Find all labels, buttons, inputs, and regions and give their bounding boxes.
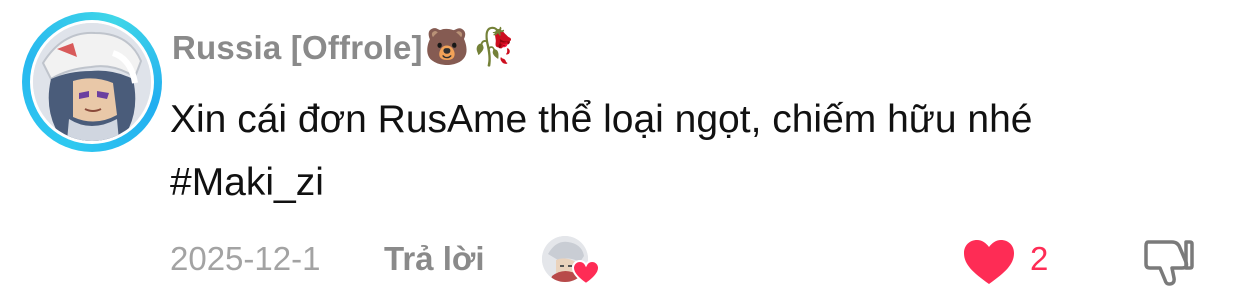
comment-meta-row: 2025-12-1 Trả lời 2	[170, 232, 1230, 286]
comment-item: Russia [Offrole] 🐻 🥀 Xin cái đơn RusAme …	[0, 0, 1242, 287]
username[interactable]: Russia [Offrole]	[172, 29, 423, 67]
like-count: 2	[1030, 240, 1049, 277]
heart-icon[interactable]	[962, 238, 1016, 286]
avatar-border	[30, 20, 154, 144]
heart-badge-icon	[572, 260, 600, 286]
thumbs-down-icon[interactable]	[1142, 236, 1196, 288]
wilted-rose-emoji: 🥀	[471, 27, 517, 68]
reply-button[interactable]: Trả lời	[384, 240, 485, 278]
comment-date: 2025-12-1	[170, 240, 321, 277]
avatar-image	[33, 23, 151, 141]
creator-liked-indicator	[542, 236, 600, 286]
user-avatar[interactable]	[22, 12, 162, 152]
avatar-illustration	[33, 23, 151, 141]
username-row[interactable]: Russia [Offrole] 🐻 🥀	[172, 22, 516, 74]
bear-emoji: 🐻	[424, 27, 470, 68]
comment-text: Xin cái đơn RusAme thể loại ngọt, chiếm …	[170, 98, 1033, 204]
